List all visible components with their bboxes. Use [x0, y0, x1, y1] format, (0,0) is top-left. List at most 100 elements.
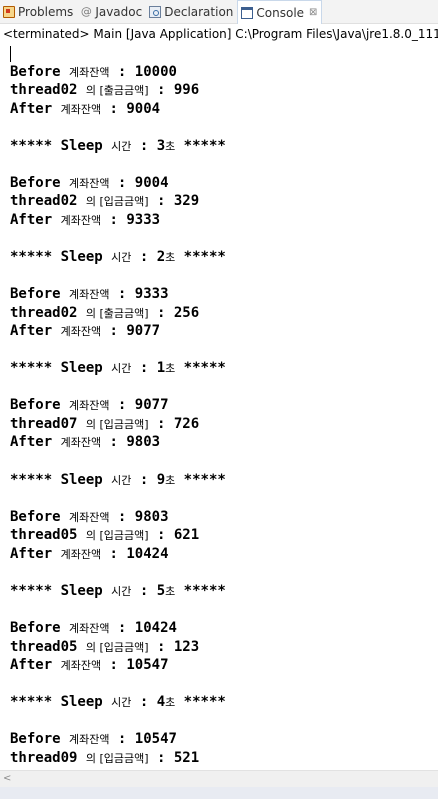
console-text: *****	[175, 582, 226, 599]
console-line: After 계좌잔액 : 9004	[10, 100, 438, 119]
console-korean-text: 의 [입금금액]	[85, 751, 149, 765]
console-text: : 9004	[101, 100, 161, 117]
console-text: After	[10, 657, 61, 674]
console-text: thread02	[10, 193, 86, 210]
console-korean-text: 의 [출금금액]	[85, 306, 149, 320]
console-text: After	[10, 545, 61, 562]
console-korean-text: 계좌잔액	[69, 621, 110, 635]
tab-label: Declaration	[164, 4, 234, 19]
console-korean-text: 계좌잔액	[60, 547, 102, 561]
console-text: : 4	[131, 694, 166, 711]
horizontal-scrollbar[interactable]: <	[0, 770, 438, 787]
console-text: ***** Sleep	[10, 249, 112, 266]
console-text: thread02	[10, 304, 86, 321]
console-line: thread02 의 [출금금액] : 996	[10, 81, 438, 100]
tab-label: Console	[256, 5, 305, 20]
scroll-left-arrow-icon[interactable]: <	[3, 773, 11, 785]
console-text: thread02	[10, 82, 86, 99]
console-text: : 123	[148, 638, 200, 655]
console-line: Before 계좌잔액 : 9333	[10, 285, 438, 304]
console-text: : 996	[148, 82, 200, 99]
view-tab-bar: Problems @ Javadoc Declaration Console ⊠	[0, 0, 438, 24]
console-text: : 5	[131, 582, 166, 599]
console-korean-text: 의 [입금금액]	[85, 195, 149, 209]
console-text: : 521	[148, 749, 200, 766]
console-korean-text: 계좌잔액	[60, 325, 102, 339]
console-text: : 2	[131, 249, 166, 266]
tab-declaration[interactable]: Declaration	[146, 0, 237, 23]
console-text: : 726	[148, 415, 200, 432]
console-korean-text: 계좌잔액	[60, 213, 102, 227]
console-text: : 9333	[109, 286, 169, 303]
console-text: Before	[10, 731, 70, 748]
tab-javadoc[interactable]: @ Javadoc	[77, 0, 146, 23]
console-text: : 329	[148, 193, 200, 210]
console-text: Before	[10, 174, 70, 191]
console-line: Before 계좌잔액 : 9004	[10, 174, 438, 193]
console-text: : 10424	[101, 545, 169, 562]
console-text: ***** Sleep	[10, 471, 112, 488]
console-text: : 10547	[101, 657, 169, 674]
console-line: thread02 의 [입금금액] : 329	[10, 192, 438, 211]
status-bar	[0, 787, 438, 799]
console-text: : 1	[131, 360, 166, 377]
console-line: Before 계좌잔액 : 10547	[10, 730, 438, 749]
console-korean-text: 의 [입금금액]	[85, 529, 149, 543]
console-korean-text: 계좌잔액	[69, 288, 110, 302]
console-line: Before 계좌잔액 : 9077	[10, 396, 438, 415]
console-korean-text: 시간	[111, 139, 132, 153]
close-icon[interactable]: ⊠	[309, 7, 317, 18]
console-text: : 9	[131, 471, 166, 488]
console-text: : 256	[148, 304, 200, 321]
console-text: : 9077	[109, 397, 169, 414]
console-text: : 9803	[109, 508, 169, 525]
console-korean-text: 의 [입금금액]	[85, 417, 149, 431]
console-text: : 9333	[101, 211, 161, 228]
console-korean-text: 초	[165, 251, 176, 265]
javadoc-icon: @	[80, 4, 92, 18]
console-line: After 계좌잔액 : 10547	[10, 656, 438, 675]
console-line: thread05 의 [입금금액] : 621	[10, 526, 438, 545]
console-korean-text: 시간	[111, 473, 132, 487]
console-line: thread07 의 [입금금액] : 726	[10, 415, 438, 434]
console-text: *****	[175, 471, 226, 488]
console-line: Before 계좌잔액 : 9803	[10, 508, 438, 527]
console-line: After 계좌잔액 : 9803	[10, 433, 438, 452]
console-text: : 621	[148, 527, 200, 544]
console-text: : 9803	[101, 434, 161, 451]
console-output[interactable]: Before 계좌잔액 : 10000 thread02 의 [출금금액] : 9…	[10, 44, 438, 770]
console-korean-text: 의 [입금금액]	[85, 640, 149, 654]
console-text: : 9077	[101, 323, 161, 340]
console-korean-text: 계좌잔액	[60, 436, 102, 450]
console-text: Before	[10, 619, 70, 636]
tab-problems[interactable]: Problems	[0, 0, 77, 23]
console-text: : 9004	[109, 174, 169, 191]
console-text: thread05	[10, 527, 86, 544]
console-text: thread05	[10, 638, 86, 655]
console-text: thread09	[10, 749, 86, 766]
tab-console[interactable]: Console ⊠	[237, 0, 323, 24]
console-text: : 10547	[109, 731, 177, 748]
console-text: thread07	[10, 415, 86, 432]
console-line: After 계좌잔액 : 10424	[10, 545, 438, 564]
console-text: ***** Sleep	[10, 360, 112, 377]
tab-label: Problems	[18, 4, 74, 19]
declaration-icon	[149, 5, 162, 18]
console-text: After	[10, 434, 61, 451]
console-status: <terminated> Main [Java Application] C:\…	[3, 27, 438, 41]
console-korean-text: 계좌잔액	[69, 733, 110, 747]
console-text: After	[10, 100, 61, 117]
console-text: ***** Sleep	[10, 582, 112, 599]
console-text: After	[10, 323, 61, 340]
console-text: *****	[175, 137, 226, 154]
console-text: Before	[10, 63, 70, 80]
